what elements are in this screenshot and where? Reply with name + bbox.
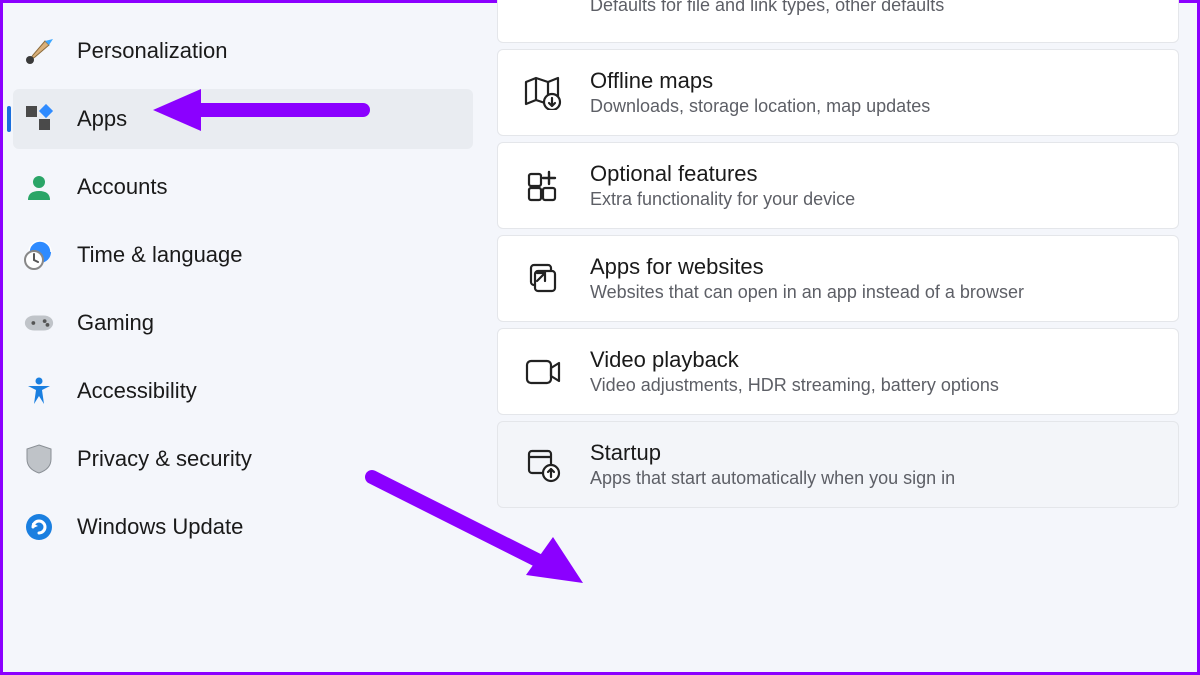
sidebar-item-gaming[interactable]: Gaming [13,293,473,353]
startup-icon [524,446,562,484]
sidebar-item-label: Personalization [77,38,227,64]
update-icon [23,511,55,543]
card-subtitle: Websites that can open in an app instead… [590,282,1024,303]
card-subtitle: Extra functionality for your device [590,189,855,210]
card-title: Optional features [590,161,855,187]
sidebar-item-label: Time & language [77,242,243,268]
card-startup[interactable]: Startup Apps that start automatically wh… [497,421,1179,508]
apps-settings-main: Defaults for file and link types, other … [483,0,1197,654]
video-icon [524,353,562,391]
card-subtitle: Downloads, storage location, map updates [590,96,930,117]
sidebar-item-accessibility[interactable]: Accessibility [13,361,473,421]
sidebar-item-time-language[interactable]: Time & language [13,225,473,285]
sidebar-item-label: Accessibility [77,378,197,404]
settings-layout: Personalization Apps Accounts [3,3,1197,672]
card-subtitle: Apps that start automatically when you s… [590,468,955,489]
card-subtitle: Video adjustments, HDR streaming, batter… [590,375,999,396]
defaults-icon [524,0,562,24]
map-download-icon [524,74,562,112]
shield-icon [23,443,55,475]
card-title: Apps for websites [590,254,1024,280]
sidebar-item-accounts[interactable]: Accounts [13,157,473,217]
gamepad-icon [23,307,55,339]
card-offline-maps[interactable]: Offline maps Downloads, storage location… [497,49,1179,136]
card-title: Video playback [590,347,999,373]
card-apps-for-websites[interactable]: Apps for websites Websites that can open… [497,235,1179,322]
globe-clock-icon [23,239,55,271]
sidebar-item-privacy-security[interactable]: Privacy & security [13,429,473,489]
card-default-apps[interactable]: Defaults for file and link types, other … [497,0,1179,43]
card-title: Startup [590,440,955,466]
apps-plus-icon [524,167,562,205]
apps-icon [23,103,55,135]
card-optional-features[interactable]: Optional features Extra functionality fo… [497,142,1179,229]
brush-icon [23,35,55,67]
sidebar-item-label: Apps [77,106,127,132]
sidebar-item-label: Windows Update [77,514,243,540]
card-subtitle: Defaults for file and link types, other … [590,0,944,16]
open-in-app-icon [524,260,562,298]
sidebar-item-label: Gaming [77,310,154,336]
card-title: Offline maps [590,68,930,94]
card-video-playback[interactable]: Video playback Video adjustments, HDR st… [497,328,1179,415]
sidebar-item-apps[interactable]: Apps [13,89,473,149]
sidebar-item-label: Accounts [77,174,168,200]
sidebar-nav: Personalization Apps Accounts [3,3,483,672]
sidebar-item-label: Privacy & security [77,446,252,472]
sidebar-item-personalization[interactable]: Personalization [13,21,473,81]
sidebar-item-windows-update[interactable]: Windows Update [13,497,473,557]
person-icon [23,171,55,203]
accessibility-icon [23,375,55,407]
